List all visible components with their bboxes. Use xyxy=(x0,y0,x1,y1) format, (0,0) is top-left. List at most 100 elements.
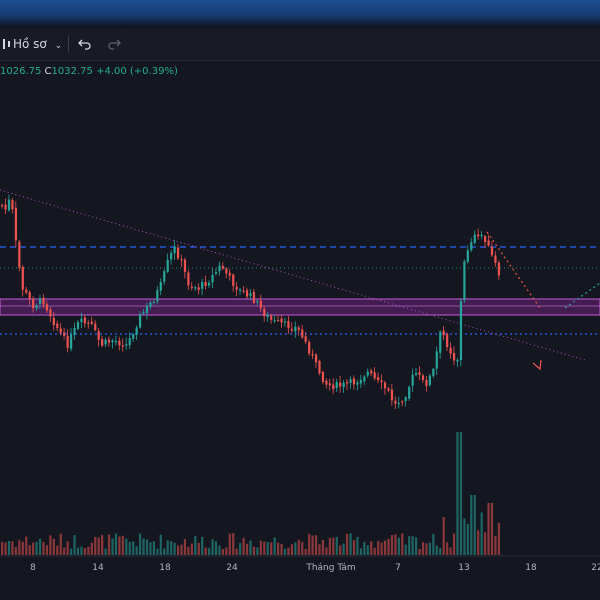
volume-bar xyxy=(459,432,463,555)
candle-body xyxy=(104,339,107,345)
candle-body xyxy=(159,282,162,291)
candle-body xyxy=(90,321,93,324)
candle-body xyxy=(356,382,359,385)
volume-bar xyxy=(311,535,314,555)
volume-bar xyxy=(45,545,49,555)
volume-bar xyxy=(411,536,414,555)
volume-bar xyxy=(456,432,459,555)
volume-bar xyxy=(11,541,14,555)
candle-body xyxy=(283,321,287,323)
volume-bar xyxy=(56,545,59,555)
volume-bar xyxy=(290,544,293,555)
candle-body xyxy=(290,329,293,331)
candle-body xyxy=(63,332,66,336)
volume-bar xyxy=(452,533,456,555)
volume-bar xyxy=(466,523,469,555)
volume-bar xyxy=(104,548,107,555)
candle-body xyxy=(380,380,383,383)
volume-bar xyxy=(142,538,145,555)
volume-bar xyxy=(107,534,111,555)
candle-body xyxy=(428,375,431,385)
profile-menu-button[interactable]: Hồ sơ ⌄ xyxy=(13,28,62,60)
volume-bar xyxy=(439,547,442,555)
redo-button[interactable] xyxy=(107,28,121,60)
volume-bar xyxy=(363,541,366,555)
volume-bar xyxy=(428,542,431,555)
candle-body xyxy=(442,330,445,336)
candle-body xyxy=(183,259,187,272)
volume-bar xyxy=(145,539,149,555)
candle-body xyxy=(128,338,131,345)
volume-bar xyxy=(114,533,118,555)
undo-button[interactable] xyxy=(78,28,92,60)
candle-body xyxy=(314,354,318,363)
volume-bar xyxy=(156,548,159,555)
candle-body xyxy=(4,204,7,210)
volume-bar xyxy=(204,547,207,555)
candle-body xyxy=(49,309,52,317)
volume-bar xyxy=(418,548,421,555)
volume-bar xyxy=(356,536,359,555)
undo-icon xyxy=(78,39,91,50)
volume-bar xyxy=(490,503,494,555)
volume-bar xyxy=(211,539,214,555)
volume-bar xyxy=(152,541,155,555)
candle-body xyxy=(263,308,266,317)
volume-bar xyxy=(118,536,121,555)
candle-body xyxy=(332,384,335,390)
volume-bar xyxy=(7,541,11,555)
volume-bar xyxy=(197,542,200,555)
volume-bar xyxy=(139,533,142,555)
x-tick-label: 7 xyxy=(395,563,401,573)
candle-body xyxy=(418,371,421,376)
volume-bar xyxy=(370,541,373,555)
volume-bar xyxy=(318,544,321,555)
candle-body xyxy=(383,382,387,389)
candle-body xyxy=(359,379,362,384)
volume-bar xyxy=(297,539,300,555)
candle-body xyxy=(325,380,328,385)
candle-body xyxy=(149,302,152,307)
candle-body xyxy=(73,327,76,335)
volume-bar xyxy=(235,548,238,555)
candle-body xyxy=(484,236,487,242)
volume-bar xyxy=(332,537,335,555)
volume-bar xyxy=(221,548,224,555)
x-tick-label: 24 xyxy=(226,563,238,573)
volume-bar xyxy=(270,542,273,555)
volume-bar xyxy=(232,533,235,555)
symbol-icon[interactable] xyxy=(2,28,12,60)
candle-body xyxy=(473,234,476,243)
volume-bar xyxy=(390,535,394,555)
volume-bar xyxy=(180,544,183,555)
volume-bar xyxy=(435,545,438,555)
volume-bar xyxy=(308,533,311,555)
price-chart[interactable]: 8 14 18 24 Tháng Tám 7 13 18 22 xyxy=(0,60,600,600)
volume-bar xyxy=(256,547,259,555)
volume-bar xyxy=(342,543,345,555)
volume-bar xyxy=(28,545,31,555)
volume-bar xyxy=(194,535,197,555)
volume-bar xyxy=(32,542,35,555)
candle-body xyxy=(390,389,394,401)
candle-body xyxy=(466,250,469,262)
volume-bar xyxy=(128,541,131,555)
candle-body xyxy=(121,345,124,347)
volume-bar xyxy=(73,535,76,555)
volume-bar xyxy=(421,542,425,555)
candle-body xyxy=(142,312,145,314)
volume-bar xyxy=(135,546,138,555)
projection-arrow-icon xyxy=(532,359,542,371)
candle-body xyxy=(194,287,197,289)
candle-body xyxy=(470,242,473,251)
volume-bar xyxy=(494,535,497,555)
candle-body xyxy=(397,403,400,405)
volume-bar xyxy=(76,547,80,555)
candle-body xyxy=(32,298,35,309)
volume-bar xyxy=(266,542,269,555)
candle-body xyxy=(235,286,238,290)
volume-bar xyxy=(497,522,500,555)
volume-bar xyxy=(214,541,218,555)
candle-body xyxy=(377,377,380,381)
x-tick-label: 8 xyxy=(30,563,36,573)
